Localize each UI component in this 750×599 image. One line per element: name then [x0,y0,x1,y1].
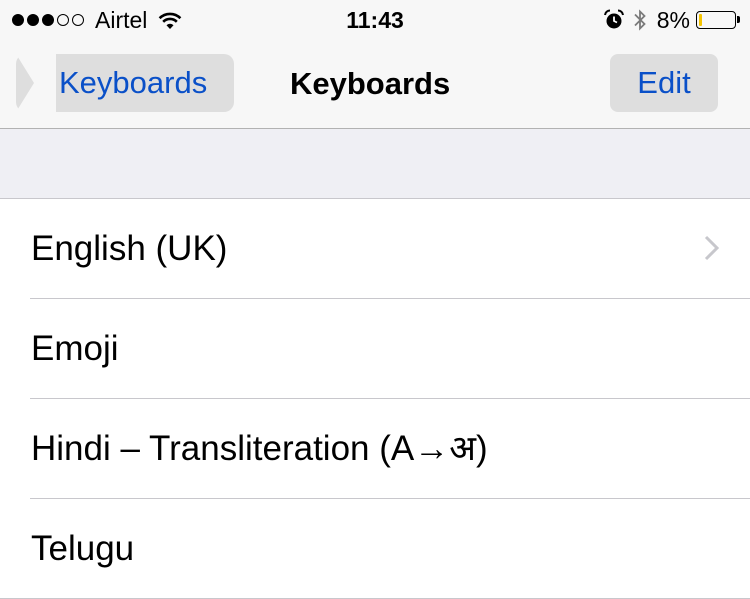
list-item-telugu[interactable]: Telugu [0,499,750,599]
battery-nub [737,16,740,23]
page-title: Keyboards [290,66,451,101]
navigation-bar: Keyboards Keyboards Edit [0,40,750,129]
back-chevron-icon [16,54,56,112]
battery-percentage: 8% [656,7,690,33]
bluetooth-icon [634,9,646,31]
list-item-english-uk[interactable]: English (UK) [30,199,750,299]
list-item-label: Hindi – Transliteration (A→अ) [31,429,488,468]
edit-button[interactable]: Edit [610,54,718,112]
status-right: 8% [603,7,740,33]
alarm-icon [603,9,624,29]
back-button[interactable]: Keyboards [16,54,234,112]
back-button-label: Keyboards [59,65,208,100]
keyboard-list: English (UK) Emoji Hindi – Transliterati… [0,199,750,599]
chevron-right-icon [704,235,720,261]
section-header-spacer [0,129,750,199]
status-bar: Airtel 11:43 8% [0,0,750,40]
battery-level-fill [699,14,703,26]
list-item-emoji[interactable]: Emoji [30,299,750,399]
battery-icon [696,11,740,29]
list-item-label: English (UK) [31,229,228,268]
list-item-hindi-transliteration[interactable]: Hindi – Transliteration (A→अ) [30,399,750,499]
list-item-label: Telugu [31,529,135,568]
settings-screen: Airtel 11:43 8% Keyboards Keyboards Edit… [0,0,750,599]
list-item-label: Emoji [31,329,119,368]
